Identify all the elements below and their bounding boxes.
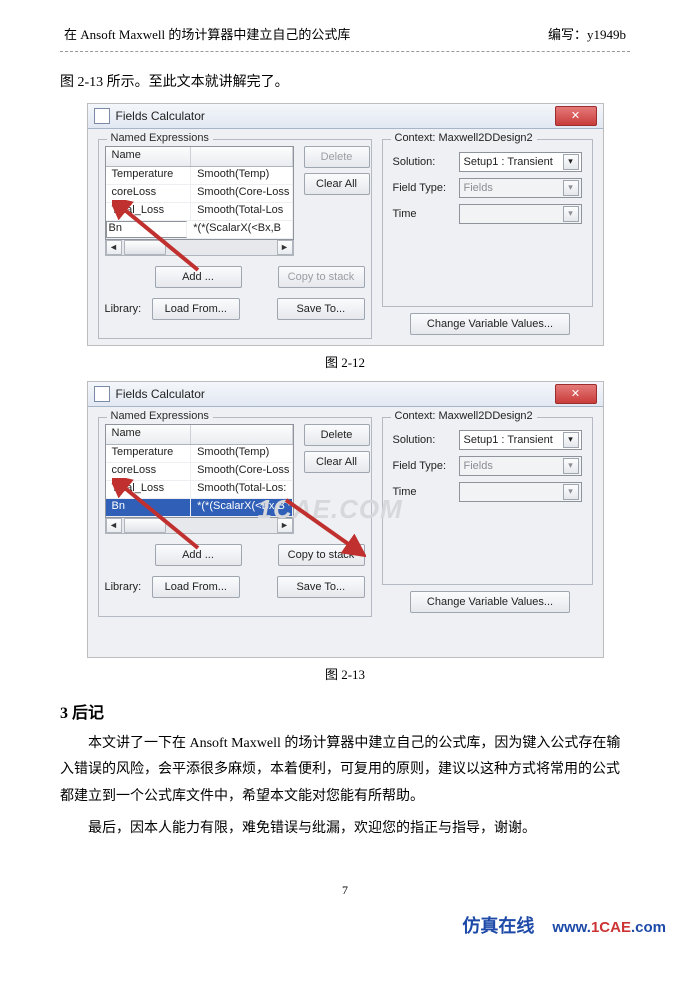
clear-all-button[interactable]: Clear All bbox=[304, 173, 370, 195]
close-icon[interactable]: ✕ bbox=[555, 384, 597, 404]
scroll-right-icon[interactable]: ► bbox=[277, 518, 293, 533]
sys-icon bbox=[94, 386, 110, 402]
copy-to-stack-button[interactable]: Copy to stack bbox=[278, 266, 365, 288]
change-variable-values-button[interactable]: Change Variable Values... bbox=[410, 591, 570, 613]
site-url[interactable]: www.1CAE.com bbox=[552, 919, 666, 936]
table-row[interactable]: Total_Loss Smooth(Total-Los: bbox=[106, 481, 293, 499]
dialog-title: Fields Calculator bbox=[116, 109, 205, 123]
solution-select[interactable]: Setup1 : Transient ▾ bbox=[459, 152, 582, 172]
dialog-titlebar: Fields Calculator ✕ bbox=[88, 382, 603, 407]
change-variable-values-button[interactable]: Change Variable Values... bbox=[410, 313, 570, 335]
table-row[interactable]: Bn *(*(ScalarX(<Bx,B bbox=[106, 499, 293, 517]
section-heading: 3 后记 bbox=[60, 699, 630, 723]
fig12-caption: 图 2-12 bbox=[60, 352, 630, 371]
figure-2-12: Fields Calculator ✕ Named Expressions Na… bbox=[87, 103, 604, 346]
copy-to-stack-button[interactable]: Copy to stack bbox=[278, 544, 365, 566]
table-row[interactable]: Bn *(*(ScalarX(<Bx,B bbox=[106, 221, 293, 239]
load-from-button[interactable]: Load From... bbox=[152, 298, 239, 320]
col-name-header[interactable]: Name bbox=[106, 147, 192, 166]
col-name-header[interactable]: Name bbox=[106, 425, 192, 444]
doc-title: 在 Ansoft Maxwell 的场计算器中建立自己的公式库 bbox=[64, 24, 350, 43]
load-from-button[interactable]: Load From... bbox=[152, 576, 239, 598]
scroll-left-icon[interactable]: ◄ bbox=[106, 518, 122, 533]
table-row[interactable]: coreLoss Smooth(Core-Loss bbox=[106, 185, 293, 203]
paragraph-2: 最后，因本人能力有限，难免错误与纰漏，欢迎您的指正与指导，谢谢。 bbox=[60, 816, 630, 843]
scroll-thumb[interactable] bbox=[124, 518, 166, 533]
field-type-label: Field Type: bbox=[393, 460, 459, 472]
brand-text: 仿真在线 bbox=[462, 912, 534, 938]
scrollbar[interactable]: ◄ ► bbox=[105, 240, 294, 256]
scrollbar[interactable]: ◄ ► bbox=[105, 518, 294, 534]
solution-label: Solution: bbox=[393, 434, 459, 446]
footer: 仿真在线 www.1CAE.com bbox=[0, 908, 690, 954]
figure-2-13: Fields Calculator ✕ Named Expressions Na… bbox=[87, 381, 604, 658]
save-to-button[interactable]: Save To... bbox=[277, 298, 364, 320]
chevron-down-icon[interactable]: ▾ bbox=[563, 432, 579, 448]
add-button[interactable]: Add ... bbox=[155, 266, 242, 288]
library-label: Library: bbox=[105, 581, 145, 593]
named-expressions-legend: Named Expressions bbox=[107, 410, 213, 422]
table-row[interactable]: Temperature Smooth(Temp) bbox=[106, 445, 293, 463]
time-select[interactable]: ▾ bbox=[459, 204, 582, 224]
page-number: 7 bbox=[60, 883, 630, 898]
paragraph-1: 本文讲了一下在 Ansoft Maxwell 的场计算器中建立自己的公式库，因为… bbox=[60, 731, 630, 811]
chevron-down-icon[interactable]: ▾ bbox=[563, 206, 579, 222]
table-row[interactable]: Temperature Smooth(Temp) bbox=[106, 167, 293, 185]
doc-author: 编写：y1949b bbox=[548, 24, 626, 43]
expressions-table: Name Temperature Smooth(Temp) coreLoss S… bbox=[105, 146, 294, 240]
scroll-left-icon[interactable]: ◄ bbox=[106, 240, 122, 255]
sys-icon bbox=[94, 108, 110, 124]
field-type-label: Field Type: bbox=[393, 182, 459, 194]
chevron-down-icon[interactable]: ▾ bbox=[563, 484, 579, 500]
close-icon[interactable]: ✕ bbox=[555, 106, 597, 126]
context-legend: Context: Maxwell2DDesign2 bbox=[391, 132, 537, 144]
solution-select[interactable]: Setup1 : Transient ▾ bbox=[459, 430, 582, 450]
add-button[interactable]: Add ... bbox=[155, 544, 242, 566]
dialog-title: Fields Calculator bbox=[116, 387, 205, 401]
fig13-caption: 图 2-13 bbox=[60, 664, 630, 683]
scroll-thumb[interactable] bbox=[124, 240, 166, 255]
delete-button[interactable]: Delete bbox=[304, 424, 370, 446]
field-type-select[interactable]: Fields ▾ bbox=[459, 456, 582, 476]
time-select[interactable]: ▾ bbox=[459, 482, 582, 502]
intro-text: 图 2-13 所示。至此文本就讲解完了。 bbox=[60, 70, 630, 97]
scroll-right-icon[interactable]: ► bbox=[277, 240, 293, 255]
context-legend: Context: Maxwell2DDesign2 bbox=[391, 410, 537, 422]
table-row[interactable]: Total_Loss Smooth(Total-Los bbox=[106, 203, 293, 221]
named-expressions-legend: Named Expressions bbox=[107, 132, 213, 144]
chevron-down-icon[interactable]: ▾ bbox=[563, 180, 579, 196]
expressions-table: Name Temperature Smooth(Temp) coreLoss S… bbox=[105, 424, 294, 518]
time-label: Time bbox=[393, 486, 459, 498]
field-type-select[interactable]: Fields ▾ bbox=[459, 178, 582, 198]
dialog-titlebar: Fields Calculator ✕ bbox=[88, 104, 603, 129]
delete-button[interactable]: Delete bbox=[304, 146, 370, 168]
header-rule bbox=[60, 51, 630, 52]
clear-all-button[interactable]: Clear All bbox=[304, 451, 370, 473]
chevron-down-icon[interactable]: ▾ bbox=[563, 458, 579, 474]
save-to-button[interactable]: Save To... bbox=[277, 576, 364, 598]
time-label: Time bbox=[393, 208, 459, 220]
library-label: Library: bbox=[105, 303, 145, 315]
chevron-down-icon[interactable]: ▾ bbox=[563, 154, 579, 170]
solution-label: Solution: bbox=[393, 156, 459, 168]
table-row[interactable]: coreLoss Smooth(Core-Loss bbox=[106, 463, 293, 481]
